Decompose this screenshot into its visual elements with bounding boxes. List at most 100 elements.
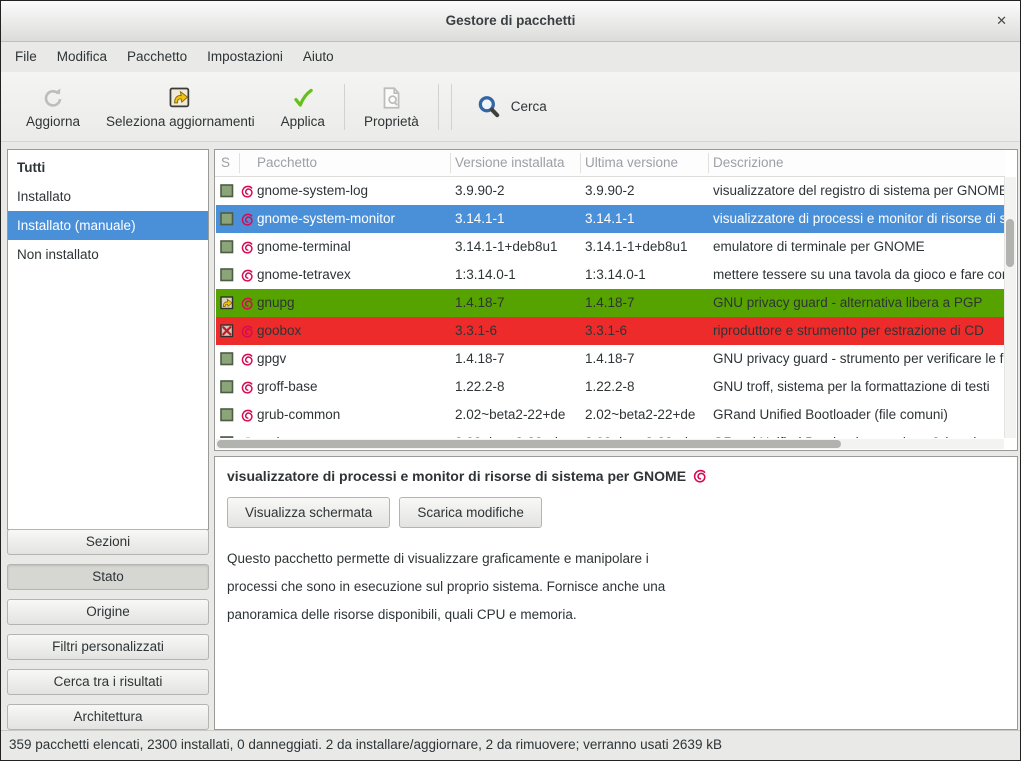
vertical-scrollbar-thumb[interactable] bbox=[1006, 219, 1014, 267]
package-name: gnupg bbox=[257, 289, 452, 317]
package-name: grub-pc bbox=[257, 429, 452, 438]
package-row[interactable]: gnupg1.4.18-71.4.18-7GNU privacy guard -… bbox=[216, 289, 1004, 317]
details-description-line: panoramica delle risorse disponibili, qu… bbox=[227, 601, 1005, 629]
package-name: gnome-tetravex bbox=[257, 261, 452, 289]
latest-version: 3.14.1-1+deb8u1 bbox=[585, 233, 711, 261]
statusbar: 359 pacchetti elencati, 2300 installati,… bbox=[1, 730, 1020, 760]
package-description: GNU privacy guard - strumento per verifi… bbox=[713, 345, 1004, 373]
properties-icon bbox=[378, 85, 404, 111]
package-row[interactable]: gpgv1.4.18-71.4.18-7GNU privacy guard - … bbox=[216, 345, 1004, 373]
latest-version: 3.14.1-1 bbox=[585, 205, 711, 233]
latest-version: 1.4.18-7 bbox=[585, 345, 711, 373]
titlebar[interactable]: Gestore di pacchetti ✕ bbox=[1, 1, 1020, 42]
menu-aiuto[interactable]: Aiuto bbox=[293, 42, 344, 72]
horizontal-scrollbar-thumb[interactable] bbox=[217, 440, 841, 448]
debian-swirl-icon bbox=[240, 324, 254, 338]
search-results-button[interactable]: Cerca tra i risultati bbox=[7, 669, 209, 695]
column-header-status[interactable]: S bbox=[221, 150, 245, 176]
installed-status-icon[interactable] bbox=[220, 268, 234, 282]
close-icon[interactable]: ✕ bbox=[996, 1, 1007, 41]
installed-status-icon[interactable] bbox=[220, 436, 234, 438]
latest-version: 2.02~beta2-22+de bbox=[585, 401, 711, 429]
installed-version: 3.14.1-1 bbox=[455, 205, 582, 233]
installed-status-icon[interactable] bbox=[220, 212, 234, 226]
mark-upgrades-icon bbox=[167, 85, 193, 111]
details-description-line: Questo pacchetto permette di visualizzar… bbox=[227, 545, 1005, 573]
package-row[interactable]: gnome-terminal3.14.1-1+deb8u13.14.1-1+de… bbox=[216, 233, 1004, 261]
installed-status-icon[interactable] bbox=[220, 408, 234, 422]
package-description: visualizzatore di processi e monitor di … bbox=[713, 205, 1004, 233]
debian-swirl-icon bbox=[240, 436, 254, 438]
search-button[interactable]: Cerca bbox=[458, 94, 565, 120]
menu-pacchetto[interactable]: Pacchetto bbox=[117, 42, 197, 72]
package-description: GRand Unified Bootloader, versione 2 (ve… bbox=[713, 429, 1004, 438]
menubar: File Modifica Pacchetto Impostazioni Aiu… bbox=[1, 42, 1020, 72]
sections-button[interactable]: Sezioni bbox=[7, 529, 209, 555]
package-row[interactable]: gnome-system-log3.9.90-23.9.90-2visualiz… bbox=[216, 177, 1004, 205]
column-divider bbox=[450, 153, 451, 173]
apply-button[interactable]: Applica bbox=[268, 85, 338, 129]
custom-filters-button[interactable]: Filtri personalizzati bbox=[7, 634, 209, 660]
mark-upgrades-button[interactable]: Seleziona aggiornamenti bbox=[93, 85, 268, 129]
debian-swirl-icon bbox=[240, 240, 254, 254]
package-name: gpgv bbox=[257, 345, 452, 373]
package-row[interactable]: goobox3.3.1-63.3.1-6riproduttore e strum… bbox=[216, 317, 1004, 345]
properties-button[interactable]: Proprietà bbox=[351, 85, 432, 129]
column-header-package[interactable]: Pacchetto bbox=[257, 150, 447, 176]
menu-impostazioni[interactable]: Impostazioni bbox=[197, 42, 293, 72]
filter-list: Tutti Installato Installato (manuale) No… bbox=[7, 149, 209, 530]
filter-item-tutti[interactable]: Tutti bbox=[8, 153, 208, 182]
remove-mark-icon[interactable] bbox=[220, 324, 234, 338]
filter-buttons: Sezioni Stato Origine Filtri personalizz… bbox=[7, 529, 209, 730]
installed-version: 2.02~beta2-22+de bbox=[455, 429, 582, 438]
installed-status-icon[interactable] bbox=[220, 352, 234, 366]
latest-version: 1:3.14.0-1 bbox=[585, 261, 711, 289]
latest-version: 3.3.1-6 bbox=[585, 317, 711, 345]
view-screenshot-button[interactable]: Visualizza schermata bbox=[227, 497, 390, 528]
refresh-button[interactable]: Aggiorna bbox=[13, 85, 93, 129]
vertical-scrollbar[interactable] bbox=[1004, 177, 1016, 438]
debian-swirl-icon bbox=[240, 380, 254, 394]
download-changelog-button[interactable]: Scarica modifiche bbox=[399, 497, 542, 528]
installed-status-icon[interactable] bbox=[220, 240, 234, 254]
installed-version: 3.3.1-6 bbox=[455, 317, 582, 345]
installed-version: 3.9.90-2 bbox=[455, 177, 582, 205]
window-title: Gestore di pacchetti bbox=[1, 1, 1020, 41]
column-header-latest-version[interactable]: Ultima versione bbox=[585, 150, 705, 176]
package-row[interactable]: gnome-tetravex1:3.14.0-11:3.14.0-1metter… bbox=[216, 261, 1004, 289]
column-header-installed-version[interactable]: Versione installata bbox=[455, 150, 579, 176]
installed-status-icon[interactable] bbox=[220, 184, 234, 198]
status-button[interactable]: Stato bbox=[7, 564, 209, 590]
toolbar-separator bbox=[344, 84, 345, 130]
column-divider bbox=[580, 153, 581, 173]
menu-modifica[interactable]: Modifica bbox=[47, 42, 117, 72]
package-row[interactable]: grub-common2.02~beta2-22+de2.02~beta2-22… bbox=[216, 401, 1004, 429]
installed-version: 1.4.18-7 bbox=[455, 345, 582, 373]
filter-item-installato[interactable]: Installato bbox=[8, 182, 208, 211]
package-name: gnome-terminal bbox=[257, 233, 452, 261]
toolbar-separator bbox=[438, 84, 439, 130]
details-description: Questo pacchetto permette di visualizzar… bbox=[227, 545, 1005, 629]
reinstall-mark-icon[interactable] bbox=[220, 296, 234, 310]
origin-button[interactable]: Origine bbox=[7, 599, 209, 625]
details-buttons: Visualizza schermata Scarica modifiche bbox=[227, 497, 1005, 528]
refresh-label: Aggiorna bbox=[26, 114, 80, 129]
architecture-button[interactable]: Architettura bbox=[7, 704, 209, 730]
filter-item-non-installato[interactable]: Non installato bbox=[8, 240, 208, 269]
properties-label: Proprietà bbox=[364, 114, 419, 129]
package-table: S Pacchetto Versione installata Ultima v… bbox=[214, 149, 1018, 451]
package-name: gnome-system-log bbox=[257, 177, 452, 205]
package-row[interactable]: grub-pc2.02~beta2-22+de2.02~beta2-22+deG… bbox=[216, 429, 1004, 438]
installed-status-icon[interactable] bbox=[220, 380, 234, 394]
package-name: goobox bbox=[257, 317, 452, 345]
latest-version: 2.02~beta2-22+de bbox=[585, 429, 711, 438]
package-row[interactable]: gnome-system-monitor3.14.1-13.14.1-1visu… bbox=[216, 205, 1004, 233]
column-header-description[interactable]: Descrizione bbox=[713, 150, 1003, 176]
horizontal-scrollbar[interactable] bbox=[216, 439, 1004, 449]
filter-item-installato-manuale[interactable]: Installato (manuale) bbox=[8, 211, 208, 240]
latest-version: 1.22.2-8 bbox=[585, 373, 711, 401]
package-row[interactable]: groff-base1.22.2-81.22.2-8GNU troff, sis… bbox=[216, 373, 1004, 401]
toolbar-separator bbox=[451, 84, 452, 130]
menu-file[interactable]: File bbox=[5, 42, 47, 72]
statusbar-text: 359 pacchetti elencati, 2300 installati,… bbox=[9, 737, 722, 752]
